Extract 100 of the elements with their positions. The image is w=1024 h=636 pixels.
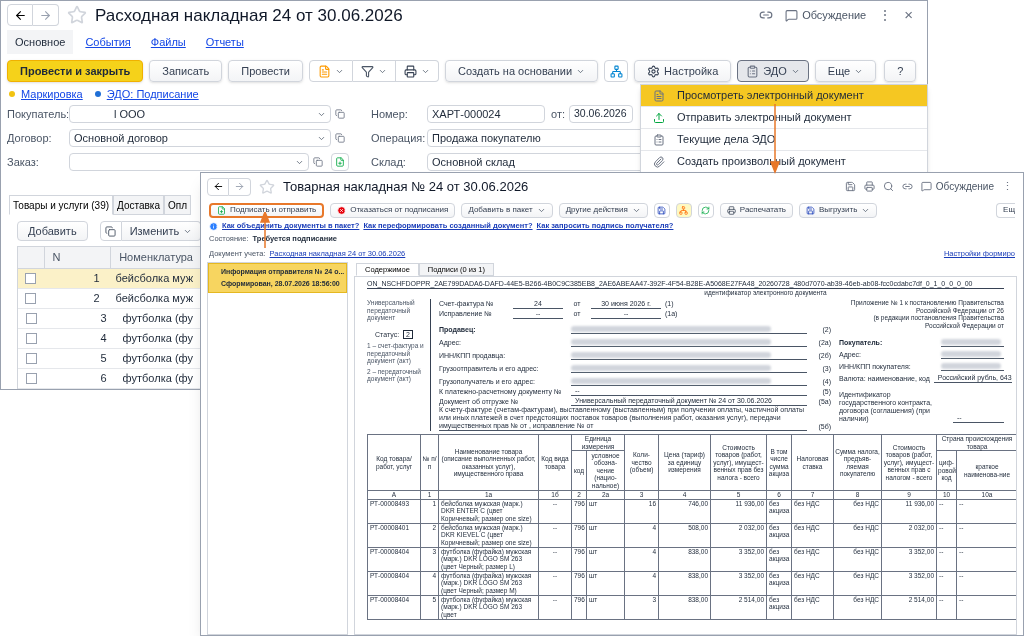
print-icon xyxy=(726,205,736,215)
section-tab[interactable]: Основное xyxy=(7,29,74,54)
hierarchy-icon xyxy=(609,64,623,78)
date-field[interactable]: 30.06.2026 xyxy=(569,105,633,123)
print-icon xyxy=(863,181,875,192)
structure-button[interactable] xyxy=(675,202,692,218)
open-icon xyxy=(335,133,345,143)
favorite-star-icon xyxy=(259,178,275,195)
edit-button[interactable]: Изменить xyxy=(121,221,202,241)
field-label: Операция: xyxy=(371,130,427,146)
status-link[interactable]: Маркировка xyxy=(21,85,83,103)
checkbox[interactable] xyxy=(26,353,38,364)
status-link[interactable]: ЭДО: Подписание xyxy=(106,85,199,103)
more-menu[interactable]: ⋮ xyxy=(878,4,893,26)
menu-item[interactable]: Просмотреть электронный документ xyxy=(641,85,927,107)
print-icon xyxy=(404,64,417,78)
post-and-close-button[interactable]: Провести и закрыть xyxy=(7,60,144,83)
arrow-left-icon xyxy=(212,181,224,192)
structure-button[interactable] xyxy=(604,60,629,83)
checkbox[interactable] xyxy=(25,273,37,284)
cancel-icon xyxy=(337,205,347,215)
checkbox[interactable] xyxy=(26,373,38,384)
window-title: Расходная накладная 24 от 30.06.2026 xyxy=(95,4,403,27)
field-label: Покупатель: xyxy=(7,106,69,122)
table-cell-text: футболка (фу xyxy=(121,331,194,347)
document-icon xyxy=(318,64,331,78)
checkbox[interactable] xyxy=(26,333,38,344)
input-field[interactable]: Основной договор xyxy=(69,129,331,147)
dropdown-button[interactable]: Добавить в пакет xyxy=(461,202,553,218)
print-button[interactable]: Распечатать xyxy=(719,202,793,218)
print-button[interactable] xyxy=(396,60,439,83)
section-tab[interactable]: Доставка xyxy=(113,195,164,215)
sign-and-send-button[interactable]: Подписать и отправить xyxy=(209,202,325,218)
export-button[interactable]: Выгрузить xyxy=(798,202,878,218)
field-label: Договор: xyxy=(7,130,53,146)
dropdown-button[interactable]: Создать на основании xyxy=(445,60,599,83)
table-row[interactable]: 1 бейсболка муж xyxy=(18,269,201,289)
document-plus-icon xyxy=(335,157,345,167)
checkbox[interactable] xyxy=(25,293,37,304)
discussion-link[interactable]: Обсуждение xyxy=(935,179,994,194)
column-header[interactable]: N xyxy=(44,247,112,268)
dropdown-button[interactable]: Другие действия xyxy=(558,202,648,218)
discussion-link[interactable]: Обсуждение xyxy=(802,7,867,24)
section-tab[interactable]: Опл xyxy=(164,195,192,215)
filter-button[interactable] xyxy=(353,60,396,83)
open-icon xyxy=(313,157,323,167)
window-title: Товарная накладная № 24 от 30.06.2026 xyxy=(283,177,529,196)
edo-button[interactable]: ЭДО xyxy=(737,60,809,83)
input-field[interactable]: l OOO xyxy=(69,105,331,123)
toolbar-button[interactable]: Провести xyxy=(228,60,303,83)
search-icon xyxy=(882,181,894,192)
checkbox[interactable] xyxy=(26,313,38,324)
open-icon xyxy=(335,109,345,119)
add-order-button[interactable] xyxy=(331,153,349,171)
column-header[interactable]: Номенклатура xyxy=(111,247,201,268)
section-tab[interactable]: События xyxy=(77,29,139,54)
input-field[interactable] xyxy=(69,153,309,171)
add-button[interactable]: Добавить xyxy=(17,221,88,241)
table-cell-text: 6 xyxy=(99,371,108,387)
table-cell-text: 5 xyxy=(99,351,108,367)
favorite-star-icon xyxy=(67,5,87,26)
close-button[interactable]: × xyxy=(904,4,913,27)
section-tab[interactable]: Товары и услуги (39) xyxy=(9,195,114,215)
copy-icon xyxy=(105,225,117,237)
dropdown-button[interactable]: Еще xyxy=(814,60,877,83)
toolbar-button[interactable]: ? xyxy=(884,60,917,83)
more-button[interactable]: Ещ xyxy=(996,202,1015,218)
table-cell-text: 1 xyxy=(92,271,101,287)
field-label: Склад: xyxy=(371,154,407,170)
arrow-right-icon xyxy=(39,8,52,22)
clipboard-icon xyxy=(653,133,665,146)
back-button[interactable] xyxy=(7,4,33,27)
upload-icon xyxy=(653,111,665,124)
more-menu[interactable]: ⋮ xyxy=(1002,178,1013,195)
settings-icon xyxy=(647,64,661,78)
table-cell-text: футболка (фу xyxy=(121,351,194,367)
table-cell-text: бейсболка муж xyxy=(114,291,194,307)
save-icon xyxy=(844,181,856,192)
section-tab[interactable]: Файлы xyxy=(142,29,194,54)
link-icon xyxy=(901,181,913,192)
decline-signing-button[interactable]: Отказаться от подписания xyxy=(330,202,456,218)
refresh-icon xyxy=(701,205,711,215)
field-label: Заказ: xyxy=(7,154,40,170)
section-tab[interactable]: Отчеты xyxy=(197,29,252,54)
save-button[interactable] xyxy=(653,202,670,218)
table-cell-text: 2 xyxy=(92,291,101,307)
table-cell-text: 4 xyxy=(99,331,108,347)
discussion-icon xyxy=(785,8,799,22)
refresh-button[interactable] xyxy=(697,202,714,218)
table-cell-text: футболка (фу xyxy=(121,371,194,387)
toolbar-button[interactable]: Записать xyxy=(149,60,223,83)
table-cell-text: бейсболка муж xyxy=(114,271,194,287)
back-button[interactable] xyxy=(207,177,229,196)
table-cell-text: футболка (фу xyxy=(121,311,194,327)
copy-button[interactable] xyxy=(99,221,122,241)
input-field[interactable]: ХАРТ-000024 xyxy=(427,105,545,123)
filter-icon xyxy=(361,64,374,78)
clipboard-icon xyxy=(746,64,760,78)
settings-button[interactable]: Настройка xyxy=(634,60,732,83)
arrow-right-icon xyxy=(234,181,245,192)
